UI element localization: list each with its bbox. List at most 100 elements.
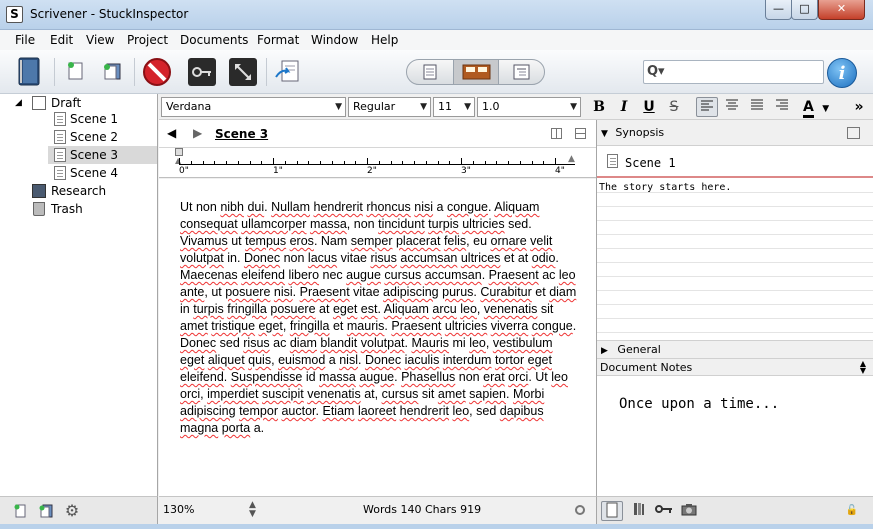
synopsis-image-toggle-icon[interactable] bbox=[847, 127, 860, 139]
more-format-button[interactable]: » bbox=[848, 97, 870, 117]
document-title[interactable]: Scene 3 bbox=[215, 127, 268, 141]
fullscreen-icon[interactable] bbox=[228, 57, 258, 87]
split-vertical-icon[interactable] bbox=[551, 128, 562, 139]
indent-marker-icon[interactable] bbox=[175, 148, 183, 156]
keywords-icon[interactable] bbox=[187, 57, 217, 87]
ruler-tick bbox=[320, 161, 321, 165]
font-size-select[interactable]: 11 ▼ bbox=[433, 97, 475, 117]
expand-triangle-icon[interactable]: ▶ bbox=[601, 346, 608, 356]
menu-format[interactable]: Format bbox=[257, 33, 299, 47]
menu-edit[interactable]: Edit bbox=[50, 33, 73, 47]
synopsis-title-row[interactable]: Scene 1 bbox=[597, 148, 873, 178]
binder-item-trash[interactable]: Trash bbox=[0, 200, 157, 218]
add-folder-icon[interactable] bbox=[38, 503, 54, 519]
menu-documents[interactable]: Documents bbox=[180, 33, 248, 47]
document-notes-area[interactable]: Once upon a time... bbox=[597, 376, 873, 496]
no-entry-icon[interactable] bbox=[141, 56, 171, 86]
maximize-button[interactable]: □ bbox=[791, 0, 818, 20]
scrivener-app-icon[interactable]: S bbox=[6, 6, 23, 23]
align-right-button[interactable] bbox=[771, 97, 793, 117]
ruler-tick bbox=[226, 161, 227, 165]
word: leo bbox=[551, 370, 568, 384]
toolbar-separator bbox=[134, 58, 135, 86]
synopsis-header[interactable]: ▼ Synopsis bbox=[597, 120, 873, 146]
zoom-level[interactable]: 130% bbox=[163, 503, 194, 516]
word: in. bbox=[227, 251, 241, 265]
right-margin-marker-icon[interactable]: ▲ bbox=[568, 154, 575, 164]
notes-selector-icon[interactable]: ▲ ▼ bbox=[860, 360, 866, 375]
references-tab-icon[interactable] bbox=[628, 501, 650, 521]
search-input[interactable]: Q▾ bbox=[643, 60, 824, 84]
keywords-tab-icon[interactable] bbox=[653, 501, 675, 521]
lock-icon[interactable]: 🔓 bbox=[845, 501, 859, 521]
synopsis-text-area[interactable]: The story starts here. bbox=[597, 179, 873, 339]
new-document-icon[interactable] bbox=[62, 58, 92, 88]
ruler-tick bbox=[237, 161, 239, 165]
compile-icon[interactable] bbox=[273, 57, 303, 87]
inspector-info-icon[interactable]: i bbox=[827, 58, 857, 88]
align-left-button[interactable] bbox=[696, 97, 718, 117]
new-folder-icon[interactable] bbox=[99, 58, 129, 88]
binder-item-label: Research bbox=[51, 184, 107, 198]
collapse-triangle-icon[interactable]: ▼ bbox=[601, 129, 608, 139]
binder-panel: ◢ Draft Scene 1 Scene 2 Scene 3 Scene 4 … bbox=[0, 94, 158, 496]
menu-view[interactable]: View bbox=[86, 33, 114, 47]
binder-item-scene-1[interactable]: Scene 1 bbox=[0, 110, 157, 128]
zoom-stepper-icon[interactable]: ▲ ▼ bbox=[249, 501, 256, 519]
word: nisi. bbox=[273, 285, 297, 299]
research-folder-icon bbox=[32, 184, 46, 198]
word: Phasellus bbox=[401, 370, 456, 384]
menu-file[interactable]: File bbox=[15, 33, 35, 47]
general-section-header[interactable]: ▶ General bbox=[597, 340, 873, 358]
ruler[interactable]: ▲ ▲ 0" 1" 2" 3" 4" bbox=[159, 148, 596, 178]
synopsis-title[interactable]: Scene 1 bbox=[625, 156, 676, 170]
menu-help[interactable]: Help bbox=[371, 33, 398, 47]
back-arrow-icon[interactable]: ◀ bbox=[167, 126, 176, 140]
notes-tab-icon[interactable] bbox=[601, 501, 623, 521]
align-justify-button[interactable] bbox=[746, 97, 768, 117]
target-icon[interactable] bbox=[575, 505, 585, 515]
general-label: General bbox=[617, 343, 661, 356]
binder-item-scene-4[interactable]: Scene 4 bbox=[0, 164, 157, 182]
word: tempus bbox=[245, 234, 287, 248]
strikethrough-button[interactable]: S bbox=[663, 97, 685, 117]
menu-project[interactable]: Project bbox=[127, 33, 168, 47]
binder-icon[interactable] bbox=[14, 56, 44, 86]
word: Praesent bbox=[299, 285, 350, 299]
word: ultricies bbox=[462, 217, 505, 231]
word: auctor. bbox=[281, 404, 320, 418]
minimize-button[interactable]: — bbox=[765, 0, 792, 20]
binder-item-scene-2[interactable]: Scene 2 bbox=[0, 128, 157, 146]
text-color-button[interactable]: A ▼ bbox=[801, 97, 837, 118]
search-icon[interactable]: Q▾ bbox=[647, 64, 665, 79]
menu-window[interactable]: Window bbox=[311, 33, 358, 47]
corkboard-view-button[interactable] bbox=[453, 60, 499, 84]
word: ante, bbox=[180, 285, 208, 299]
bold-button[interactable]: B bbox=[588, 97, 610, 117]
editor-text-area[interactable]: Ut non nibh dui. Nullam hendrerit rhoncu… bbox=[159, 179, 596, 496]
binder-item-research[interactable]: Research bbox=[0, 182, 157, 200]
scrivenings-view-button[interactable] bbox=[407, 60, 453, 84]
toolbar-separator bbox=[54, 58, 55, 86]
ruler-tick bbox=[202, 161, 204, 165]
align-center-button[interactable] bbox=[721, 97, 743, 117]
binder-item-scene-3[interactable]: Scene 3 bbox=[48, 146, 157, 164]
italic-button[interactable]: I bbox=[613, 97, 635, 117]
snapshots-tab-icon[interactable] bbox=[678, 501, 700, 521]
word: tortor bbox=[494, 353, 525, 367]
close-button[interactable]: ✕ bbox=[818, 0, 865, 20]
add-document-icon[interactable] bbox=[12, 503, 28, 519]
font-family-select[interactable]: Verdana ▼ bbox=[161, 97, 346, 117]
document-body-text[interactable]: Ut non nibh dui. Nullam hendrerit rhoncu… bbox=[180, 199, 580, 437]
gear-icon[interactable]: ⚙ bbox=[64, 503, 80, 519]
notes-header[interactable]: Document Notes ▲ ▼ bbox=[597, 358, 873, 376]
font-style-select[interactable]: Regular ▼ bbox=[348, 97, 431, 117]
ruler-label: 4" bbox=[555, 166, 565, 176]
outliner-view-button[interactable] bbox=[499, 60, 544, 84]
word: Donec bbox=[243, 251, 281, 265]
underline-button[interactable]: U bbox=[638, 97, 660, 117]
split-horizontal-icon[interactable] bbox=[575, 128, 586, 139]
line-spacing-select[interactable]: 1.0 ▼ bbox=[477, 97, 581, 117]
forward-arrow-icon[interactable]: ▶ bbox=[193, 126, 202, 140]
binder-item-label: Scene 2 bbox=[70, 130, 119, 144]
